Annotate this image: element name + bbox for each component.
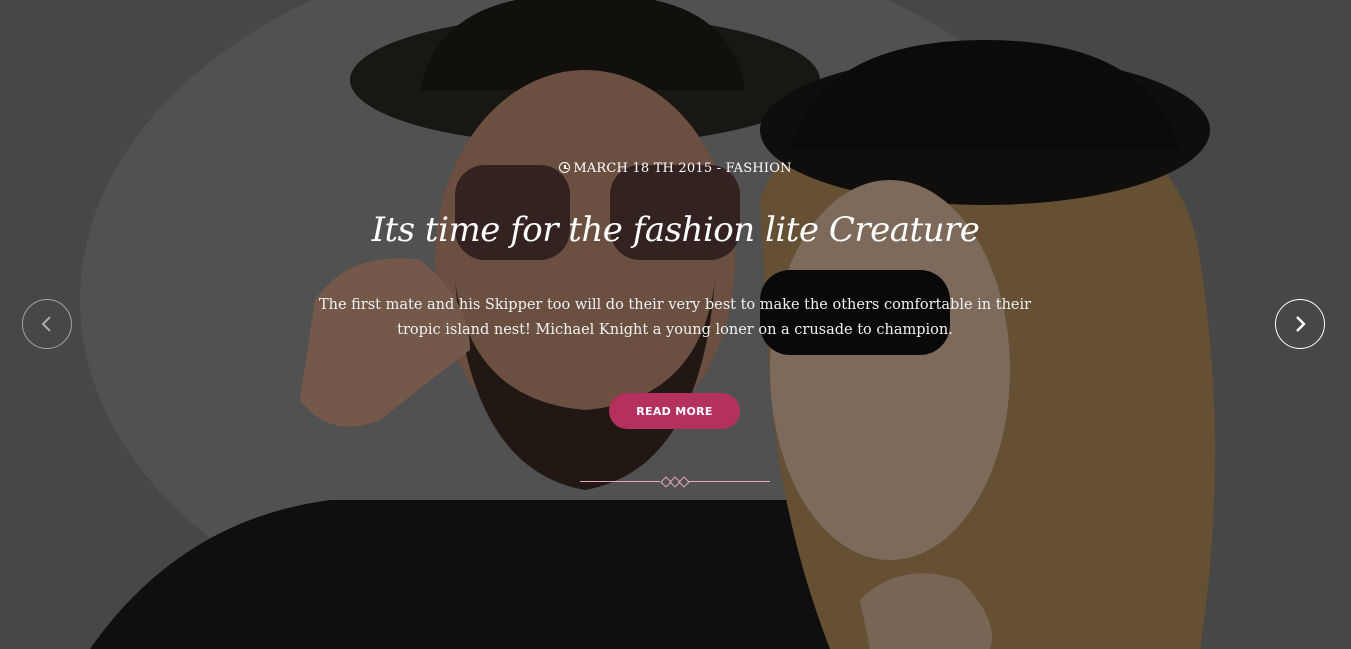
hero-slider: MARCH 18 TH 2015 - FASHION Its time for … xyxy=(0,0,1351,649)
post-category[interactable]: FASHION xyxy=(726,161,792,176)
slide-title: Its time for the fashion lite Creature xyxy=(371,210,980,250)
meta-separator: - xyxy=(712,161,726,176)
chevron-right-icon xyxy=(1296,316,1306,332)
divider-line-right xyxy=(688,481,770,482)
slider-next-button[interactable] xyxy=(1275,299,1325,349)
chevron-left-icon xyxy=(41,316,51,332)
divider-diamond-icon xyxy=(678,476,690,488)
ornamental-divider xyxy=(580,476,770,488)
read-more-button[interactable]: READ MORE xyxy=(609,393,740,429)
slide-description: The first mate and his Skipper too will … xyxy=(318,297,1032,338)
divider-line-left xyxy=(580,481,660,482)
clock-icon xyxy=(559,162,571,173)
slider-prev-button[interactable] xyxy=(22,299,72,349)
post-meta: MARCH 18 TH 2015 - FASHION xyxy=(0,161,1351,176)
post-date: MARCH 18 TH 2015 xyxy=(573,161,713,176)
